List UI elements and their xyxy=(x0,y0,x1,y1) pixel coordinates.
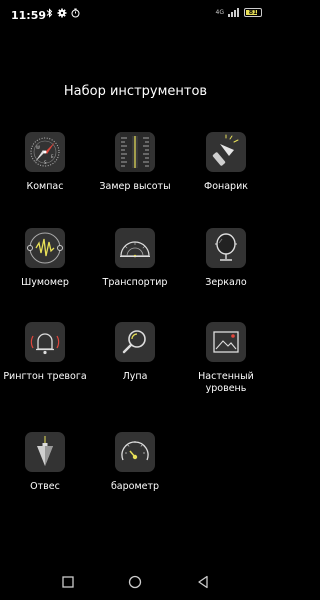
ruler-icon xyxy=(120,132,150,172)
tool-label: Настенный уровень xyxy=(198,371,254,394)
tool-sound-meter[interactable]: Шумомер xyxy=(0,228,90,289)
barometer-tile xyxy=(115,432,155,472)
tool-plumb-bob[interactable]: Отвес xyxy=(0,432,90,493)
tool-label: Лупа xyxy=(122,371,148,382)
svg-text:E: E xyxy=(51,154,54,159)
signal-icon xyxy=(228,8,239,17)
tool-label: Шумомер xyxy=(21,277,69,288)
mirror-icon xyxy=(215,233,237,261)
alarm-bell-icon xyxy=(30,333,60,355)
protractor-icon xyxy=(120,241,150,258)
tool-label: Компас xyxy=(26,181,64,192)
settings-gear-icon xyxy=(57,8,67,18)
wall-level-icon xyxy=(213,331,239,353)
compass-icon: W E S xyxy=(30,137,60,167)
network-type-label: 4G xyxy=(215,8,224,16)
tool-mirror[interactable]: Зеркало xyxy=(181,228,271,289)
alarm-bell-tile xyxy=(25,322,65,362)
sound-meter-tile xyxy=(25,228,65,268)
ruler-tile xyxy=(115,132,155,172)
tool-label: Фонарик xyxy=(204,181,248,192)
tool-flashlight[interactable]: Фонарик xyxy=(181,132,271,193)
tool-barometer[interactable]: барометр xyxy=(90,432,180,493)
protractor-tile xyxy=(115,228,155,268)
timer-icon xyxy=(71,8,80,18)
status-time: 11:59 xyxy=(11,9,47,22)
home-icon[interactable] xyxy=(127,574,143,590)
mirror-tile xyxy=(206,228,246,268)
svg-text:S: S xyxy=(44,160,47,165)
tool-label: Замер высоты xyxy=(99,181,171,192)
magnifier-tile xyxy=(115,322,155,362)
tool-label: барометр xyxy=(110,481,160,492)
recent-apps-icon[interactable] xyxy=(60,574,76,590)
barometer-icon xyxy=(121,441,149,461)
plumb-bob-icon xyxy=(37,436,53,466)
magnifier-icon xyxy=(122,330,146,354)
tool-label: Зеркало xyxy=(205,277,247,288)
sound-meter-icon xyxy=(27,232,63,264)
wall-level-tile xyxy=(206,322,246,362)
compass-tile: W E S xyxy=(25,132,65,172)
battery-icon: 81 xyxy=(244,8,262,17)
tool-label: Отвес xyxy=(30,481,60,492)
page-title: Набор инструментов xyxy=(63,84,208,99)
tool-compass[interactable]: W E S Компас xyxy=(0,132,90,193)
flashlight-tile xyxy=(206,132,246,172)
plumb-bob-tile xyxy=(25,432,65,472)
tool-protractor[interactable]: Транспортир xyxy=(90,228,180,289)
tool-wall-level[interactable]: Настенный уровень xyxy=(181,322,271,395)
back-icon[interactable] xyxy=(195,574,211,590)
tool-height-meter[interactable]: Замер высоты xyxy=(90,132,180,193)
tool-magnifier[interactable]: Лупа xyxy=(90,322,180,383)
battery-level-text: 81 xyxy=(248,9,258,16)
flashlight-icon xyxy=(212,134,239,166)
tool-label: Рингтон тревога xyxy=(3,371,87,382)
tool-alarm-ringtone[interactable]: Рингтон тревога xyxy=(0,322,90,383)
tool-label: Транспортир xyxy=(102,277,168,288)
navigation-bar xyxy=(0,566,271,596)
status-bar: 11:59 4G 81 xyxy=(0,0,271,28)
bluetooth-icon xyxy=(46,8,53,18)
svg-text:W: W xyxy=(36,145,40,150)
